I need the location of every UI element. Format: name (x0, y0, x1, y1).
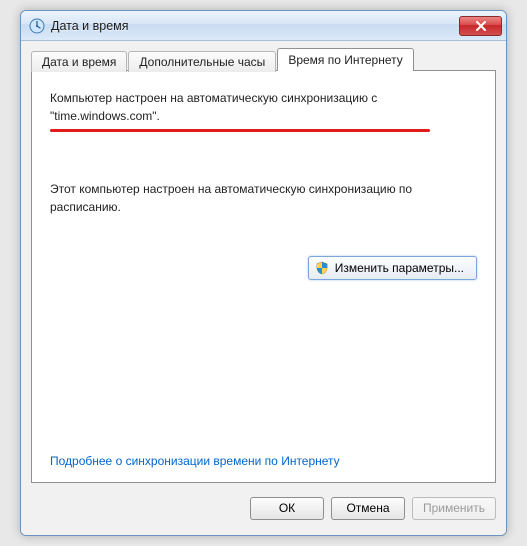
change-settings-button[interactable]: Изменить параметры... (308, 256, 477, 280)
ok-button[interactable]: ОК (250, 497, 324, 520)
clock-icon (29, 18, 45, 34)
close-button[interactable] (459, 16, 502, 36)
tab-date-time[interactable]: Дата и время (31, 51, 127, 72)
titlebar[interactable]: Дата и время (21, 11, 506, 41)
apply-button: Применить (412, 497, 496, 520)
tab-panel-internet-time: Компьютер настроен на автоматическую син… (31, 70, 496, 483)
tab-internet-time[interactable]: Время по Интернету (277, 48, 413, 71)
window-title: Дата и время (51, 19, 459, 33)
shield-icon (315, 261, 329, 275)
help-link[interactable]: Подробнее о синхронизации времени по Инт… (50, 454, 477, 468)
cancel-button[interactable]: Отмена (331, 497, 405, 520)
dialog-window: Дата и время Дата и время Дополнительные… (20, 10, 507, 536)
close-icon (476, 21, 486, 31)
change-settings-label: Изменить параметры... (335, 261, 464, 275)
tab-strip: Дата и время Дополнительные часы Время п… (31, 49, 496, 71)
client-area: Дата и время Дополнительные часы Время п… (21, 41, 506, 535)
sync-status-text: Компьютер настроен на автоматическую син… (50, 89, 477, 125)
schedule-status-text: Этот компьютер настроен на автоматическу… (50, 180, 477, 216)
tab-additional-clocks[interactable]: Дополнительные часы (128, 51, 276, 72)
dialog-footer: ОК Отмена Применить (31, 483, 496, 525)
